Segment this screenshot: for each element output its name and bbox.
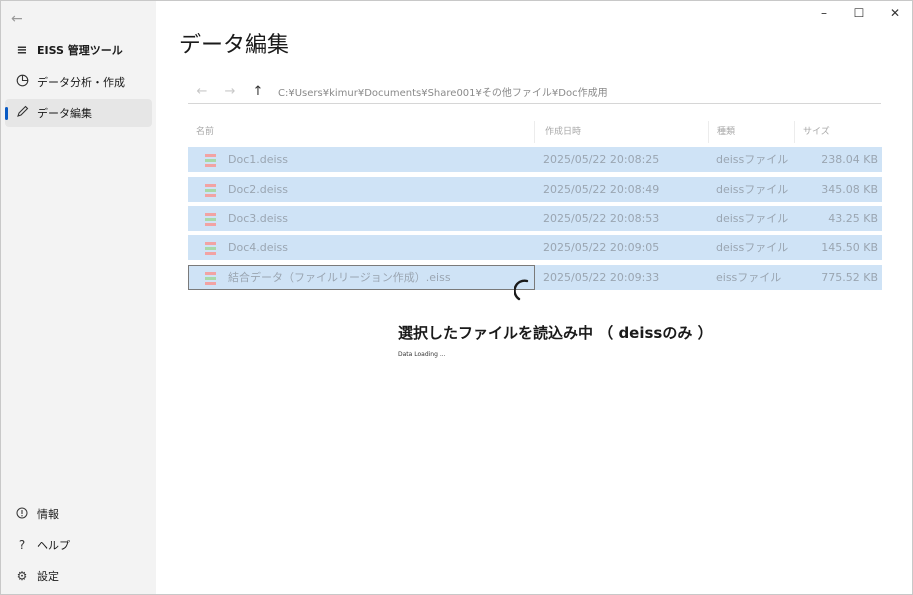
table-row[interactable]: Doc4.deiss 2025/05/22 20:09:05 deissファイル… <box>188 235 882 260</box>
loading-subtitle: Data Loading ... <box>398 351 446 358</box>
app-title: EISS 管理ツール <box>37 44 123 57</box>
file-size: 145.50 KB <box>821 241 878 254</box>
column-header-type[interactable]: 種類 <box>709 121 795 143</box>
sidebar-item-label: データ編集 <box>37 107 92 120</box>
nav-back-button[interactable]: ← <box>188 84 216 99</box>
back-button[interactable]: ← <box>11 9 31 29</box>
path-input[interactable]: C:¥Users¥kimur¥Documents¥Share001¥その他ファイ… <box>278 84 608 99</box>
sidebar-item-label: 情報 <box>37 508 59 521</box>
loading-spinner-icon <box>513 277 542 305</box>
help-icon: ? <box>18 538 26 552</box>
eiss-file-icon <box>204 270 217 285</box>
pencil-icon <box>5 105 35 122</box>
info-icon <box>5 507 35 522</box>
minimize-button[interactable]: – <box>808 3 840 23</box>
arrow-up-icon: ↑ <box>252 84 264 99</box>
gear-icon: ⚙ <box>16 569 28 583</box>
close-icon: ✕ <box>889 6 901 20</box>
table-row[interactable]: Doc3.deiss 2025/05/22 20:08:53 deissファイル… <box>188 206 882 231</box>
sidebar-item-analysis[interactable]: データ分析・作成 <box>5 68 152 96</box>
deiss-file-icon <box>204 182 217 197</box>
maximize-icon: ☐ <box>853 6 865 20</box>
table-row[interactable]: Doc2.deiss 2025/05/22 20:08:49 deissファイル… <box>188 177 882 202</box>
file-type: deissファイル <box>716 241 789 254</box>
sidebar-item-label: データ分析・作成 <box>37 76 125 89</box>
path-bar: ← → ↑ C:¥Users¥kimur¥Documents¥Share001¥… <box>188 80 881 104</box>
arrow-right-icon: → <box>224 84 236 99</box>
file-name: Doc2.deiss <box>228 183 289 196</box>
column-header-size[interactable]: サイズ <box>795 121 882 143</box>
sidebar-item-app[interactable]: ≡ EISS 管理ツール <box>5 36 152 64</box>
deiss-file-icon <box>204 240 217 255</box>
file-type: deissファイル <box>716 212 789 225</box>
column-header-date[interactable]: 作成日時 <box>535 121 709 143</box>
file-type: deissファイル <box>716 183 789 196</box>
sidebar-item-info[interactable]: 情報 <box>5 501 152 527</box>
sidebar-item-edit[interactable]: データ編集 <box>5 99 152 127</box>
table-row[interactable]: Doc1.deiss 2025/05/22 20:08:25 deissファイル… <box>188 147 882 172</box>
file-size: 43.25 KB <box>828 212 878 225</box>
sidebar: ← ≡ EISS 管理ツール データ分析・作成 データ編集 情報 ? ヘルプ ⚙… <box>1 1 156 594</box>
file-size: 238.04 KB <box>821 153 878 166</box>
file-type: eissファイル <box>716 271 782 284</box>
table-header: 名前 作成日時 種類 サイズ <box>188 121 882 143</box>
arrow-left-icon: ← <box>11 11 23 27</box>
file-name: Doc4.deiss <box>228 241 289 254</box>
arrow-left-icon: ← <box>196 84 208 99</box>
nav-up-button[interactable]: ↑ <box>244 84 272 99</box>
hamburger-menu-icon[interactable]: ≡ <box>5 43 35 58</box>
column-header-name[interactable]: 名前 <box>188 121 535 143</box>
sidebar-item-label: 設定 <box>37 570 59 583</box>
deiss-file-icon <box>204 152 217 167</box>
deiss-file-icon <box>204 211 217 226</box>
close-button[interactable]: ✕ <box>879 3 911 23</box>
file-name: Doc1.deiss <box>228 153 289 166</box>
file-date: 2025/05/22 20:08:49 <box>543 183 660 196</box>
pie-chart-icon <box>5 74 35 91</box>
file-date: 2025/05/22 20:08:25 <box>543 153 660 166</box>
file-date: 2025/05/22 20:08:53 <box>543 212 660 225</box>
file-type: deissファイル <box>716 153 789 166</box>
page-title: データ編集 <box>179 33 290 58</box>
minimize-icon: – <box>821 6 827 20</box>
sidebar-item-label: ヘルプ <box>37 539 70 552</box>
file-name: 結合データ（ファイルリージョン作成）.eiss <box>228 271 451 284</box>
file-size: 775.52 KB <box>821 271 878 284</box>
sidebar-item-help[interactable]: ? ヘルプ <box>5 532 152 558</box>
app-window: ← ≡ EISS 管理ツール データ分析・作成 データ編集 情報 ? ヘルプ ⚙… <box>0 0 913 595</box>
sidebar-item-settings[interactable]: ⚙ 設定 <box>5 563 152 589</box>
nav-forward-button[interactable]: → <box>216 84 244 99</box>
file-date: 2025/05/22 20:09:33 <box>543 271 660 284</box>
loading-title: 選択したファイルを読込み中 （ deissのみ ） <box>398 324 713 342</box>
file-date: 2025/05/22 20:09:05 <box>543 241 660 254</box>
file-size: 345.08 KB <box>821 183 878 196</box>
file-name: Doc3.deiss <box>228 212 289 225</box>
maximize-button[interactable]: ☐ <box>843 3 875 23</box>
